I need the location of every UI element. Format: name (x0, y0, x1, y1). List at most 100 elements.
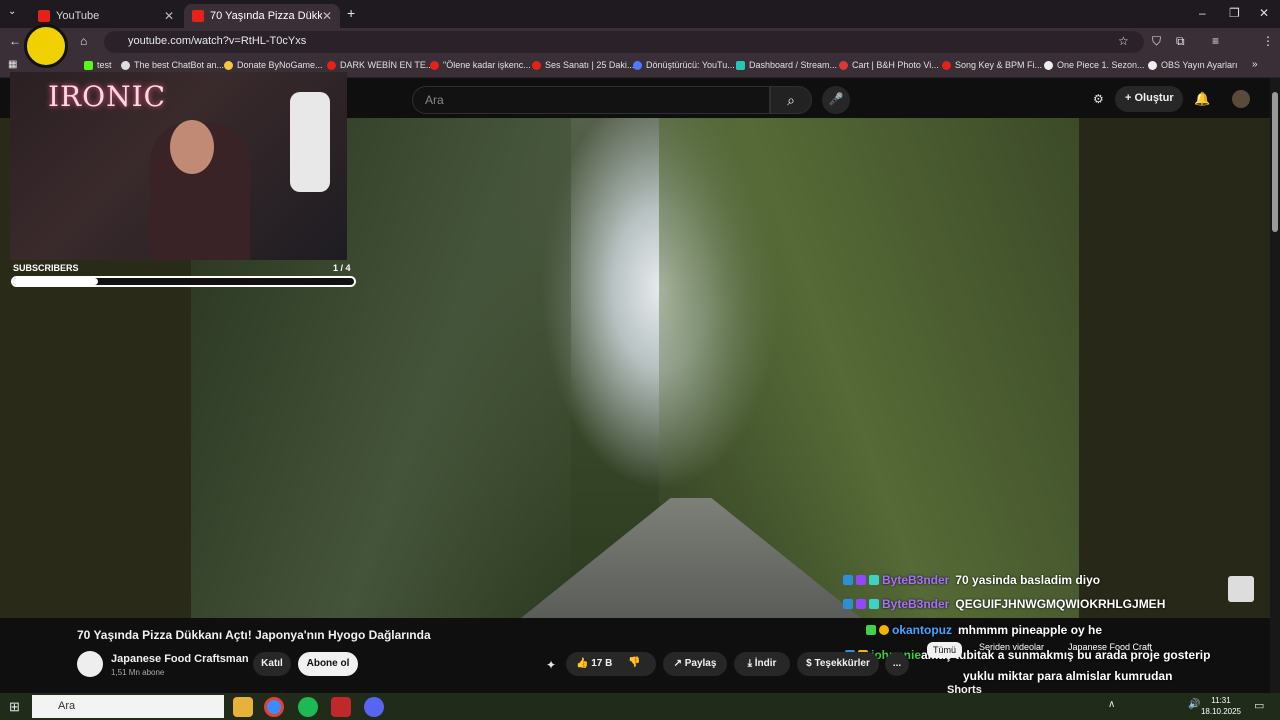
bookmark-item[interactable]: Dönüştürücü: YouTu... (633, 60, 735, 70)
bookmark-item[interactable]: The best ChatBot an... (121, 60, 224, 70)
back-icon[interactable]: ← (9, 34, 21, 48)
discord-icon[interactable] (364, 697, 384, 717)
close-icon[interactable]: ✕ (164, 9, 174, 23)
apps-icon[interactable]: ▦ (8, 59, 17, 70)
subscribers-count: 1 / 4 (333, 263, 351, 273)
marshmello-figure (290, 92, 330, 192)
channel-subscribers: 1,51 Mn abone (111, 668, 165, 677)
chrome-icon[interactable] (264, 697, 284, 717)
cast-icon[interactable]: ⚙ (1093, 92, 1104, 106)
chat-message: yuklu miktar para almislar kumrudan (963, 669, 1173, 683)
chat-message: ByteB3nder 70 yasinda basladim diyo (843, 573, 1100, 587)
screen: ⌄ YouTube ✕ 70 Yaşında Pizza Dükkanı Aç … (0, 0, 1280, 720)
obs-app-icon[interactable] (331, 697, 351, 717)
chat-message: ByteB3nder QEGUIFJHNWGMQWIOKRHLGJMEH (843, 597, 1165, 611)
chip-all[interactable]: Tümü (927, 642, 963, 658)
tray-expand-icon[interactable]: ∧ (1108, 699, 1115, 710)
url-text: youtube.com/watch?v=RtHL-T0cYxs (128, 35, 307, 47)
chip-series[interactable]: Seriden videolar (979, 642, 1044, 652)
notifications-icon[interactable]: ▭ (1254, 699, 1264, 712)
volume-icon[interactable]: 🔊 (1188, 699, 1200, 710)
channel-watermark[interactable] (1228, 576, 1254, 602)
bookmark-item[interactable]: Donate ByNoGame... (224, 60, 323, 70)
youtube-icon (38, 10, 50, 22)
thanks-button[interactable]: $ Teşekkürler (797, 652, 879, 676)
bookmark-item[interactable]: test (84, 60, 112, 70)
chip-channel[interactable]: Japanese Food Craft (1068, 642, 1152, 652)
taskbar: ⊞ Ara ∧ 🔊 11:31 18.10.2025 ▭ (0, 693, 1280, 720)
menu-icon[interactable]: ⋮ (1262, 34, 1274, 48)
mic-icon: 🎤 (828, 92, 844, 106)
search-button[interactable]: ⌕ (770, 86, 812, 114)
subscribers-progress (11, 276, 356, 287)
ironic-logo: IRONIC (48, 80, 167, 113)
window-close-icon[interactable]: ✕ (1259, 6, 1269, 20)
tab-video[interactable]: 70 Yaşında Pizza Dükkanı Aç ✕ (184, 4, 340, 28)
bookmark-item[interactable]: Cart | B&H Photo Vi... (839, 60, 939, 70)
tab-search-icon[interactable]: ⌄ (8, 6, 16, 17)
spotify-icon[interactable] (298, 697, 318, 717)
new-tab-icon[interactable]: + (347, 5, 355, 21)
streamer-head (170, 120, 214, 174)
more-bookmarks-icon[interactable]: » (1252, 59, 1258, 70)
bookmark-item[interactable]: "Ölene kadar işkenc... (430, 60, 531, 70)
video-title: 70 Yaşında Pizza Dükkanı Açtı! Japonya'n… (77, 628, 431, 642)
close-icon[interactable]: ✕ (322, 9, 332, 23)
clock-time: 11:31 (1211, 696, 1231, 705)
thumbs-up-icon: 👍 (576, 658, 589, 669)
clock-date: 18.10.2025 (1200, 707, 1242, 716)
url-field[interactable]: youtube.com/watch?v=RtHL-T0cYxs (104, 31, 1144, 53)
chat-message: okantopuz mhmmm pineapple oy he (866, 623, 1102, 637)
download-button[interactable]: ⤓ İndir (734, 652, 790, 676)
create-button[interactable]: + Oluştur (1115, 86, 1183, 112)
more-button[interactable]: ... (885, 652, 909, 676)
create-label: Oluştur (1134, 92, 1174, 104)
windows-start-icon[interactable]: ⊞ (9, 699, 20, 715)
like-count: 17 B (591, 658, 613, 669)
address-bar-row: ← ⌂ youtube.com/watch?v=RtHL-T0cYxs ☆ ⛉ … (0, 28, 1280, 56)
taskbar-search-text: Ara (58, 700, 76, 712)
home-icon[interactable]: ⌂ (80, 34, 87, 48)
search-input[interactable]: Ara (412, 86, 770, 114)
thumbs-down-icon[interactable]: 👎 (628, 657, 640, 668)
browser-tab-bar: ⌄ YouTube ✕ 70 Yaşında Pizza Dükkanı Aç … (0, 0, 1280, 28)
share-label: Paylaş (684, 658, 717, 669)
extensions-icon[interactable]: ⧉ (1176, 34, 1185, 49)
shield-icon[interactable]: ⛉ (1152, 34, 1161, 49)
subscribe-button[interactable]: Abone ol (298, 652, 358, 676)
bookmark-item[interactable]: OBS Yayın Ayarları (1148, 60, 1238, 70)
download-label: İndir (754, 658, 777, 669)
tab-label: YouTube (56, 10, 100, 22)
voice-search-button[interactable]: 🎤 (822, 86, 850, 114)
join-button[interactable]: Katıl (253, 652, 291, 676)
scrollbar[interactable] (1270, 78, 1280, 693)
bookmark-item[interactable]: Dashboard / Stream... (736, 60, 837, 70)
minimize-icon[interactable]: – (1199, 6, 1206, 20)
bookmark-item[interactable]: Ses Sanatı | 25 Daki... (532, 60, 634, 70)
bookmark-item[interactable]: Song Key & BPM Fi... (942, 60, 1042, 70)
channel-name[interactable]: Japanese Food Craftsman (111, 653, 249, 665)
bell-icon[interactable]: 🔔 (1194, 91, 1210, 107)
thanks-label: Teşekkürler (814, 658, 870, 669)
mascot-avatar (24, 24, 68, 68)
video-blur-right (1079, 118, 1270, 618)
media-icon[interactable]: ≡ (1212, 34, 1219, 48)
channel-avatar[interactable] (77, 651, 103, 677)
scrollbar-thumb[interactable] (1272, 92, 1278, 232)
restore-icon[interactable]: ❐ (1229, 6, 1240, 20)
ask-icon[interactable]: ✦ (546, 658, 556, 672)
search-icon: ⌕ (787, 92, 795, 108)
bookmark-item[interactable]: DARK WEBİN EN TE... (327, 60, 433, 70)
youtube-icon (192, 10, 204, 22)
bookmark-item[interactable]: One Piece 1. Sezon... (1044, 60, 1145, 70)
subscribers-progress-fill (13, 278, 99, 285)
search-placeholder: Ara (425, 93, 444, 107)
taskbar-search[interactable]: Ara (32, 695, 224, 718)
taskbar-clock[interactable]: 11:31 18.10.2025 (1200, 695, 1242, 717)
like-button[interactable]: 👍 17 B 👎 (566, 652, 656, 676)
tab-label: 70 Yaşında Pizza Dükkanı Aç (210, 10, 322, 22)
file-explorer-icon[interactable] (233, 697, 253, 717)
avatar[interactable] (1232, 90, 1250, 108)
star-icon[interactable]: ☆ (1118, 34, 1129, 48)
share-button[interactable]: ↗ Paylaş (663, 652, 727, 676)
